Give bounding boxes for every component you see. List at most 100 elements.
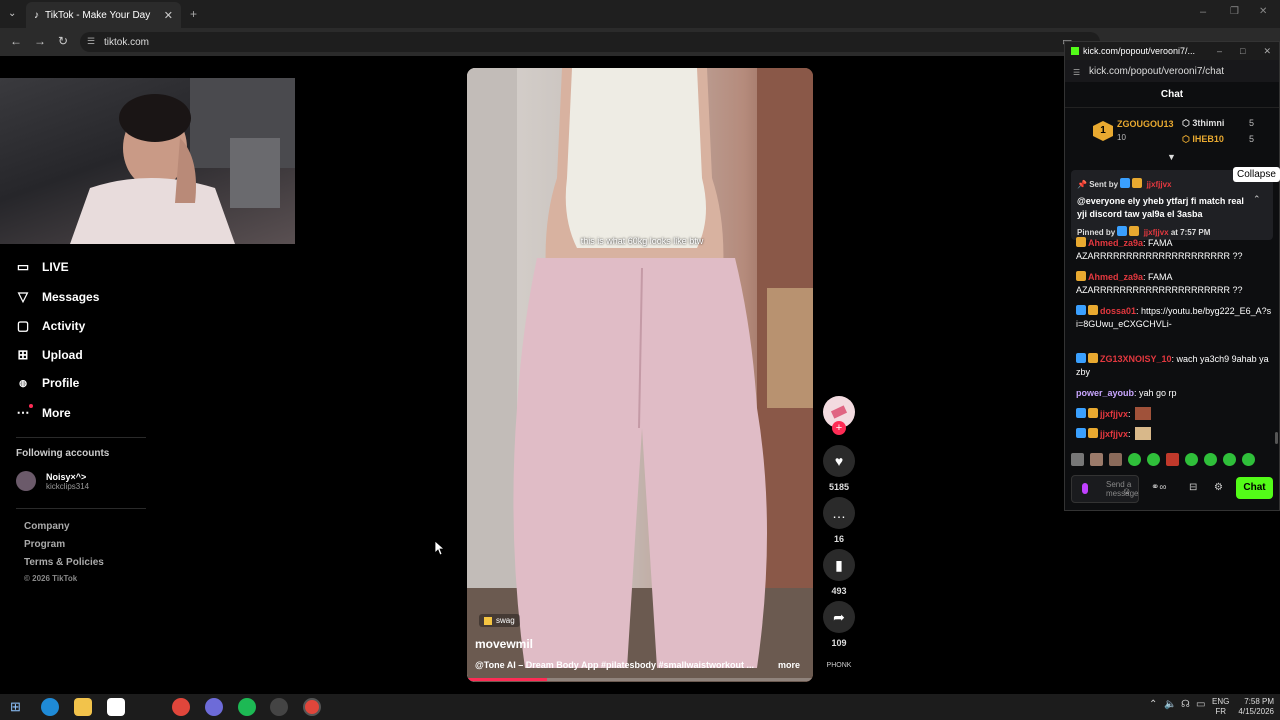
scrollbar[interactable] bbox=[1275, 432, 1278, 444]
store-app-icon[interactable] bbox=[107, 698, 125, 716]
obs-icon[interactable] bbox=[270, 698, 288, 716]
leaderboard-user-3[interactable]: ⬡ IHEB10 bbox=[1182, 134, 1224, 145]
file-explorer-icon[interactable] bbox=[74, 698, 92, 716]
author-avatar-button[interactable]: + bbox=[823, 396, 855, 435]
close-tab-icon[interactable]: ✕ bbox=[164, 9, 173, 22]
chat-username[interactable]: jjxfjjvx bbox=[1100, 429, 1128, 439]
sound-tag[interactable]: swag bbox=[479, 614, 520, 627]
site-info-icon[interactable]: ☰ bbox=[1073, 68, 1080, 77]
chevron-up-icon[interactable]: ⌃ bbox=[1253, 194, 1261, 205]
chrome-icon[interactable] bbox=[172, 698, 190, 716]
emote-icon bbox=[1134, 407, 1151, 420]
chat-message: dossa01: https://youtu.be/byg222_E6_A?si… bbox=[1076, 305, 1272, 331]
leaderboard-user-2[interactable]: ⬡ 3thimni bbox=[1182, 118, 1224, 129]
site-info-icon[interactable]: ☰ bbox=[87, 36, 95, 47]
emote-icon[interactable] bbox=[1109, 453, 1122, 466]
tab-list-icon[interactable]: ⌄ bbox=[8, 8, 16, 19]
back-icon[interactable]: ← bbox=[10, 34, 22, 48]
sidebar-item-live[interactable]: ▭ LIVE bbox=[16, 259, 69, 275]
chat-username[interactable]: Ahmed_za9a bbox=[1088, 272, 1143, 282]
like-button[interactable]: ♥ 5185 bbox=[823, 445, 855, 492]
popup-close-icon[interactable]: ✕ bbox=[1263, 46, 1271, 57]
emoji-icon[interactable]: ☺ bbox=[1122, 486, 1131, 496]
sidebar-item-activity[interactable]: ▢ Activity bbox=[16, 318, 86, 334]
notification-dot bbox=[29, 404, 33, 408]
forward-icon[interactable]: → bbox=[34, 34, 46, 48]
clock[interactable]: 7:58 PM 4/15/2026 bbox=[1236, 697, 1274, 717]
chat-username[interactable]: dossa01 bbox=[1100, 306, 1136, 316]
emote-icon[interactable] bbox=[1071, 453, 1084, 466]
url-field[interactable]: ☰ tiktok.com bbox=[80, 32, 1100, 52]
chat-username[interactable]: Ahmed_za9a bbox=[1088, 238, 1143, 248]
sidebar-item-messages[interactable]: ▽ Messages bbox=[16, 289, 99, 305]
kick-logo-icon bbox=[1071, 47, 1079, 55]
upload-icon: ⊞ bbox=[17, 347, 29, 362]
emote-icon[interactable] bbox=[1204, 453, 1217, 466]
edge-icon[interactable] bbox=[41, 698, 59, 716]
footer-link-company[interactable]: Company bbox=[24, 521, 70, 532]
account-handle: kickclips314 bbox=[46, 481, 90, 491]
close-window-icon[interactable]: ✕ bbox=[1259, 6, 1267, 17]
pinned-sender[interactable]: jjxfjjvx bbox=[1147, 180, 1172, 189]
emote-icon[interactable] bbox=[1185, 453, 1198, 466]
browser-tab[interactable]: ♪ TikTok - Make Your Day ✕ bbox=[26, 2, 181, 28]
chat-message: Ahmed_za9a: FAMA AZARRRRRRRRRRRRRRRRRRRR… bbox=[1076, 237, 1272, 263]
pinned-by-user[interactable]: jjxfjjvx bbox=[1144, 228, 1169, 237]
popup-minimize-icon[interactable]: – bbox=[1217, 46, 1222, 56]
tiktok-logo[interactable]: ▂▃▂▃ bbox=[22, 66, 82, 78]
network-icon[interactable]: ▭ bbox=[1196, 699, 1205, 710]
settings-icon[interactable]: ⚙ bbox=[1214, 482, 1223, 493]
following-account[interactable]: Noisy×^> kickclips314 bbox=[16, 471, 89, 491]
points-icon[interactable]: ⚭∞ bbox=[1151, 482, 1167, 493]
spotify-icon[interactable] bbox=[238, 698, 256, 716]
chrome-profile-icon[interactable] bbox=[205, 698, 223, 716]
emote-icon[interactable] bbox=[1128, 453, 1141, 466]
sound-tag-label: swag bbox=[496, 616, 515, 625]
reload-icon[interactable]: ↻ bbox=[58, 34, 68, 48]
microphone-icon[interactable] bbox=[1082, 483, 1088, 494]
video-player[interactable]: this is what 60kg looks like btw swag mo… bbox=[467, 68, 813, 682]
tray-chevron-icon[interactable]: ⌃ bbox=[1149, 699, 1157, 710]
comment-count: 16 bbox=[833, 534, 844, 544]
more-link[interactable]: more bbox=[778, 660, 800, 670]
store-icon[interactable]: ⊟ bbox=[1189, 482, 1197, 493]
like-count: 5185 bbox=[828, 482, 850, 492]
popup-maximize-icon[interactable]: □ bbox=[1240, 46, 1245, 56]
new-tab-icon[interactable]: + bbox=[190, 7, 197, 21]
headset-icon[interactable]: ☊ bbox=[1181, 699, 1190, 710]
emote-icon[interactable] bbox=[1147, 453, 1160, 466]
chat-username[interactable]: jjxfjjvx bbox=[1100, 409, 1128, 419]
save-button[interactable]: ▮ 493 bbox=[823, 549, 855, 596]
footer-link-terms[interactable]: Terms & Policies bbox=[24, 557, 104, 568]
follow-plus-icon[interactable]: + bbox=[832, 421, 846, 435]
language-indicator[interactable]: ENG FR bbox=[1212, 697, 1229, 717]
badge-icon bbox=[1076, 305, 1086, 315]
footer-link-program[interactable]: Program bbox=[24, 539, 65, 550]
video-author[interactable]: movewmil bbox=[475, 637, 533, 651]
comment-button[interactable]: … 16 bbox=[823, 497, 855, 544]
emote-icon[interactable] bbox=[1166, 453, 1179, 466]
sidebar-item-upload[interactable]: ⊞ Upload bbox=[16, 347, 83, 363]
share-button[interactable]: ➦ 109 bbox=[823, 601, 855, 648]
leaderboard-user-1[interactable]: ZGOUGOU13 bbox=[1117, 119, 1174, 129]
sidebar-item-profile[interactable]: ◍ Profile bbox=[16, 376, 79, 390]
video-progress-track[interactable] bbox=[467, 678, 813, 681]
chat-username[interactable]: power_ayoub bbox=[1076, 388, 1134, 398]
emote-icon[interactable] bbox=[1242, 453, 1255, 466]
minimize-icon[interactable]: – bbox=[1200, 6, 1206, 18]
start-icon[interactable]: ⊞ bbox=[10, 699, 21, 715]
restore-icon[interactable]: ❐ bbox=[1230, 6, 1239, 17]
sidebar-item-more[interactable]: ⋯ More bbox=[16, 405, 71, 421]
emote-icon[interactable] bbox=[1090, 453, 1103, 466]
music-label[interactable]: PHONK bbox=[823, 662, 855, 669]
chrome-active-icon[interactable] bbox=[303, 698, 321, 716]
volume-icon[interactable]: 🔈 bbox=[1164, 699, 1176, 710]
expand-leaderboard-icon[interactable]: ▼ bbox=[1167, 152, 1176, 162]
avatar bbox=[16, 471, 36, 491]
popup-url-bar[interactable]: ☰ kick.com/popout/verooni7/chat bbox=[1065, 60, 1279, 82]
chat-username[interactable]: ZG13XNOISY_10 bbox=[1100, 354, 1172, 364]
chat-message: jjxfjjvx: bbox=[1076, 407, 1272, 421]
send-chat-button[interactable]: Chat bbox=[1236, 477, 1273, 499]
popup-url: kick.com/popout/verooni7/chat bbox=[1089, 65, 1225, 77]
emote-icon[interactable] bbox=[1223, 453, 1236, 466]
